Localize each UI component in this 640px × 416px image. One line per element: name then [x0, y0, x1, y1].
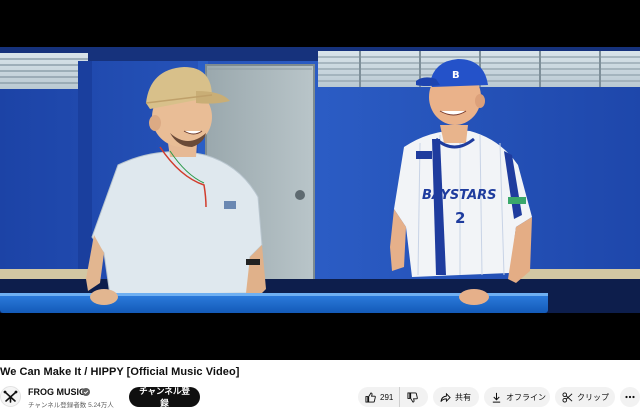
jersey-number: 2: [455, 209, 465, 227]
more-dots-icon: [625, 395, 635, 399]
thumbs-down-icon: [407, 391, 419, 403]
video-scene: BAYSTARS 2 B: [0, 47, 640, 313]
video-title: We Can Make It / HIPPY [Official Music V…: [0, 366, 240, 378]
frog-logo-icon: [1, 387, 20, 406]
channel-avatar[interactable]: [0, 386, 21, 407]
thumbs-up-icon: [365, 391, 376, 403]
channel-name[interactable]: FROG MUSIC: [28, 387, 86, 397]
subscribe-button[interactable]: チャンネル登録: [129, 386, 200, 408]
offline-button[interactable]: オフライン: [484, 387, 550, 407]
jersey-text: BAYSTARS: [422, 188, 497, 203]
download-icon: [492, 392, 501, 403]
dislike-button[interactable]: [400, 387, 419, 407]
cap-letter: B: [452, 70, 460, 81]
share-button[interactable]: 共有: [433, 387, 479, 407]
youtube-watch-page: BAYSTARS 2 B We Can Make It / HIPPY [Off…: [0, 0, 640, 416]
video-player[interactable]: BAYSTARS 2 B: [0, 0, 640, 360]
verified-check-icon: [82, 388, 90, 396]
scissors-icon: [562, 391, 573, 403]
more-actions-button[interactable]: [620, 387, 640, 407]
like-button[interactable]: 291: [365, 387, 401, 407]
video-frame[interactable]: BAYSTARS 2 B: [0, 47, 640, 313]
like-count: 291: [380, 392, 394, 402]
like-dislike-group: 291: [358, 387, 428, 407]
share-arrow-icon: [440, 392, 451, 402]
subscriber-count: チャンネル登録者数 5.24万人: [28, 402, 114, 409]
offline-label: オフライン: [506, 392, 546, 402]
share-label: 共有: [455, 392, 471, 402]
clip-label: クリップ: [577, 392, 609, 402]
clip-button[interactable]: クリップ: [555, 387, 615, 407]
